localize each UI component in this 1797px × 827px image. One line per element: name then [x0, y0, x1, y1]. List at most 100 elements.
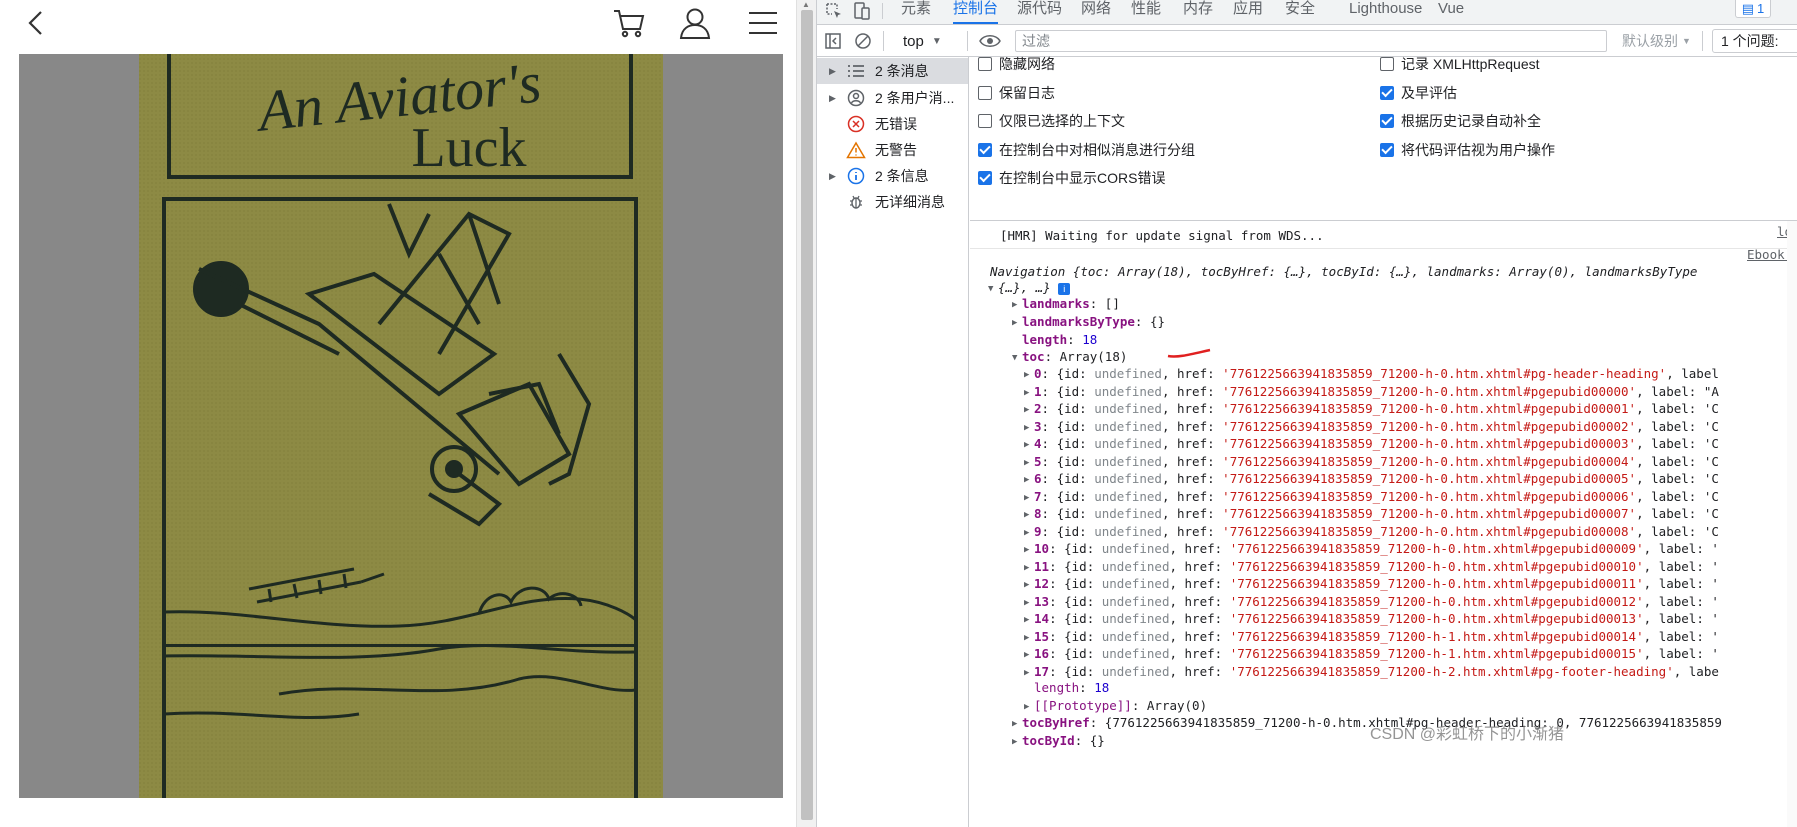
- device-toolbar-button[interactable]: [851, 0, 873, 22]
- toc-entry-row[interactable]: ▶ 16: {id: undefined, href: '776122566394…: [1024, 645, 1719, 663]
- setting-eval-as-user-action[interactable]: 将代码评估视为用户操作: [1380, 139, 1555, 161]
- clear-console-button[interactable]: [853, 31, 873, 51]
- collapse-arrow-icon[interactable]: ▼: [988, 280, 998, 298]
- devtools-scrollbar[interactable]: [1787, 221, 1797, 827]
- expand-arrow-icon[interactable]: ▶: [1024, 436, 1034, 454]
- scroll-up-arrow-icon[interactable]: ▲: [802, 0, 810, 9]
- checkbox-checked[interactable]: [1380, 86, 1394, 100]
- expand-arrow-icon[interactable]: ▶: [1012, 296, 1022, 314]
- setting-group-similar[interactable]: 在控制台中对相似消息进行分组: [978, 139, 1195, 161]
- back-button[interactable]: [18, 0, 54, 46]
- expand-arrow-icon[interactable]: ▶: [1024, 559, 1034, 577]
- book-viewer[interactable]: An Aviator's Luck: [19, 54, 783, 798]
- toc-entry-row[interactable]: ▶ 3: {id: undefined, href: '7761225663941…: [1024, 418, 1719, 436]
- checkbox[interactable]: [1380, 57, 1394, 71]
- setting-autocomplete-history[interactable]: 根据历史记录自动补全: [1380, 110, 1541, 132]
- expand-arrow-icon[interactable]: ▶: [1012, 314, 1022, 332]
- tab-security[interactable]: 安全: [1285, 0, 1315, 24]
- expand-arrow-icon[interactable]: ▶: [829, 93, 836, 104]
- tab-application[interactable]: 应用: [1233, 0, 1263, 24]
- expand-arrow-icon[interactable]: ▶: [1012, 715, 1022, 733]
- inspect-element-button[interactable]: [823, 0, 845, 22]
- expand-arrow-icon[interactable]: ▶: [1024, 541, 1034, 559]
- issues-button[interactable]: 1 个问题:: [1712, 29, 1797, 53]
- cart-button[interactable]: [606, 0, 652, 46]
- toc-entry-row[interactable]: ▶ 5: {id: undefined, href: '7761225663941…: [1024, 453, 1719, 471]
- checkbox[interactable]: [978, 86, 992, 100]
- setting-hide-network[interactable]: 隐藏网络: [978, 53, 1055, 75]
- tab-memory[interactable]: 内存: [1183, 0, 1213, 24]
- tab-elements[interactable]: 元素: [901, 0, 931, 24]
- checkbox-checked[interactable]: [1380, 114, 1394, 128]
- toc-entry-row[interactable]: ▶ 6: {id: undefined, href: '7761225663941…: [1024, 470, 1719, 488]
- log-level-selector[interactable]: 默认级别 ▼: [1622, 30, 1691, 52]
- expand-arrow-icon[interactable]: ▶: [1024, 646, 1034, 664]
- toc-entry-row[interactable]: ▶ 7: {id: undefined, href: '7761225663941…: [1024, 488, 1719, 506]
- toc-entry-row[interactable]: ▶ 9: {id: undefined, href: '7761225663941…: [1024, 523, 1719, 541]
- sidebar-item-errors[interactable]: 无错误: [817, 111, 968, 137]
- tab-sources[interactable]: 源代码: [1017, 0, 1062, 24]
- tab-lighthouse[interactable]: Lighthouse: [1349, 0, 1422, 24]
- checkbox[interactable]: [978, 114, 992, 128]
- property-toc-by-id[interactable]: ▶ tocById: {}: [1012, 732, 1105, 750]
- expand-arrow-icon[interactable]: ▶: [1024, 611, 1034, 629]
- tab-vue[interactable]: Vue: [1438, 0, 1464, 24]
- setting-preserve-log[interactable]: 保留日志: [978, 82, 1055, 104]
- expand-arrow-icon[interactable]: ▶: [1024, 366, 1034, 384]
- reader-scrollbar[interactable]: ▲: [796, 0, 816, 827]
- sidebar-item-user-messages[interactable]: ▶ 2 条用户消...: [817, 85, 968, 111]
- collapse-arrow-icon[interactable]: ▼: [1012, 349, 1022, 367]
- navigation-object-summary[interactable]: Navigation {toc: Array(18), tocByHref: {…: [980, 263, 1697, 281]
- toc-entry-row[interactable]: ▶ 4: {id: undefined, href: '7761225663941…: [1024, 435, 1719, 453]
- expand-arrow-icon[interactable]: ▶: [1024, 489, 1034, 507]
- expand-arrow-icon[interactable]: ▶: [1024, 384, 1034, 402]
- filter-input[interactable]: [1015, 30, 1607, 52]
- property-landmarks[interactable]: ▶ landmarks: []: [1012, 295, 1120, 313]
- expand-arrow-icon[interactable]: ▶: [1024, 401, 1034, 419]
- checkbox-checked[interactable]: [1380, 143, 1394, 157]
- toc-entry-row[interactable]: ▶ 1: {id: undefined, href: '7761225663941…: [1024, 383, 1719, 401]
- sidebar-item-info[interactable]: ▶ 2 条信息: [817, 163, 968, 189]
- menu-button[interactable]: [740, 0, 786, 46]
- property-prototype[interactable]: ▶ [[Prototype]]: Array(0): [1024, 697, 1207, 715]
- tab-performance[interactable]: 性能: [1131, 0, 1161, 24]
- setting-log-xhr[interactable]: 记录 XMLHttpRequest: [1380, 53, 1540, 75]
- user-button[interactable]: [672, 0, 718, 46]
- context-selector[interactable]: top ▼: [903, 30, 942, 52]
- toc-entry-row[interactable]: ▶ 2: {id: undefined, href: '7761225663941…: [1024, 400, 1719, 418]
- toc-entry-row[interactable]: ▶ 15: {id: undefined, href: '776122566394…: [1024, 628, 1719, 646]
- property-landmarks-by-type[interactable]: ▶ landmarksByType: {}: [1012, 313, 1165, 331]
- checkbox-checked[interactable]: [978, 171, 992, 185]
- toc-entry-row[interactable]: ▶ 17: {id: undefined, href: '776122566394…: [1024, 663, 1719, 681]
- toc-entry-row[interactable]: ▶ 13: {id: undefined, href: '776122566394…: [1024, 593, 1719, 611]
- setting-eager-evaluation[interactable]: 及早评估: [1380, 82, 1457, 104]
- toc-entry-row[interactable]: ▶ 14: {id: undefined, href: '776122566394…: [1024, 610, 1719, 628]
- setting-selected-context-only[interactable]: 仅限已选择的上下文: [978, 110, 1125, 132]
- expand-arrow-icon[interactable]: ▶: [1024, 594, 1034, 612]
- scrollbar-thumb[interactable]: [801, 10, 813, 820]
- toc-entry-row[interactable]: ▶ 0: {id: undefined, href: '7761225663941…: [1024, 365, 1719, 383]
- expand-arrow-icon[interactable]: ▶: [1024, 506, 1034, 524]
- checkbox[interactable]: [978, 57, 992, 71]
- sidebar-item-warnings[interactable]: 无警告: [817, 137, 968, 163]
- expand-arrow-icon[interactable]: ▶: [1024, 664, 1034, 682]
- checkbox-checked[interactable]: [978, 143, 992, 157]
- expand-arrow-icon[interactable]: ▶: [829, 66, 836, 77]
- expand-arrow-icon[interactable]: ▶: [1024, 419, 1034, 437]
- property-toc[interactable]: ▼ toc: Array(18): [1012, 348, 1127, 366]
- property-toc-by-href[interactable]: ▶ tocByHref: {7761225663941835859_71200-h…: [1012, 714, 1722, 732]
- setting-show-cors-errors[interactable]: 在控制台中显示CORS错误: [978, 167, 1165, 189]
- expand-arrow-icon[interactable]: ▶: [1024, 629, 1034, 647]
- sidebar-item-messages[interactable]: ▶ 2 条消息: [817, 58, 968, 84]
- tab-network[interactable]: 网络: [1081, 0, 1111, 24]
- info-icon[interactable]: i: [1058, 283, 1071, 295]
- sidebar-item-verbose[interactable]: 无详细消息: [817, 189, 968, 215]
- expand-arrow-icon[interactable]: ▶: [1024, 471, 1034, 489]
- toggle-sidebar-button[interactable]: [823, 31, 843, 51]
- tab-console[interactable]: 控制台: [953, 0, 999, 24]
- expand-arrow-icon[interactable]: ▶: [829, 171, 836, 182]
- toc-entry-row[interactable]: ▶ 8: {id: undefined, href: '7761225663941…: [1024, 505, 1719, 523]
- expand-arrow-icon[interactable]: ▶: [1024, 524, 1034, 542]
- toc-entry-row[interactable]: ▶ 11: {id: undefined, href: '776122566394…: [1024, 558, 1719, 576]
- issues-badge[interactable]: ▤ 1: [1735, 0, 1771, 18]
